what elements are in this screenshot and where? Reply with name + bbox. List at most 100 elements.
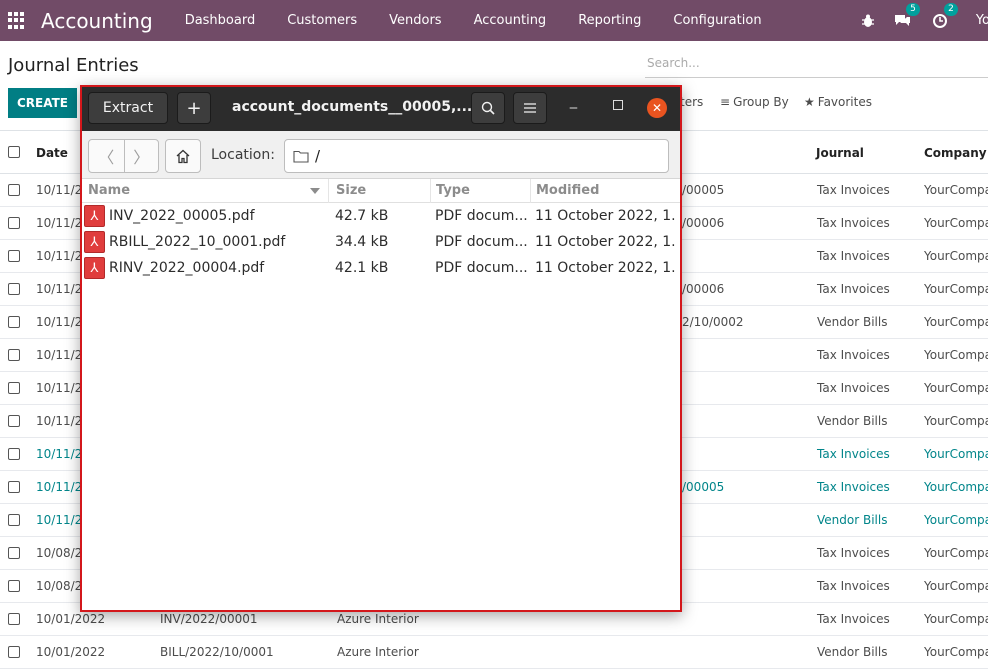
window-headerbar: Extract + account_documents__00005,... ‒…	[82, 87, 680, 131]
row-checkbox[interactable]	[8, 514, 20, 526]
favorites-label: Favorites	[817, 95, 872, 109]
row-journal: Tax Invoices	[817, 612, 890, 626]
home-button[interactable]	[165, 139, 201, 173]
row-company: YourCompa	[924, 447, 988, 461]
row-checkbox[interactable]	[8, 382, 20, 394]
extract-button[interactable]: Extract	[88, 92, 168, 124]
search-icon	[481, 101, 495, 115]
select-all-checkbox[interactable]	[8, 146, 20, 158]
table-row[interactable]: 10/01/2022 BILL/2022/10/0001 Azure Interio…	[0, 636, 988, 669]
close-button[interactable]: ✕	[647, 98, 667, 118]
forward-button[interactable]: 〉	[123, 140, 159, 172]
file-name: INV_2022_00005.pdf	[109, 208, 255, 224]
menu-dashboard[interactable]: Dashboard	[169, 13, 272, 28]
row-company: YourCompa	[924, 579, 988, 593]
location-label: Location:	[211, 147, 275, 163]
menu-accounting[interactable]: Accounting	[458, 13, 563, 28]
file-list: ⅄ INV_2022_00005.pdf 42.7 kB PDF docum... 11…	[82, 203, 680, 281]
row-date: 10/01/2022	[36, 612, 106, 626]
row-journal: Tax Invoices	[817, 480, 890, 494]
row-checkbox[interactable]	[8, 646, 20, 658]
row-checkbox[interactable]	[8, 547, 20, 559]
row-checkbox[interactable]	[8, 448, 20, 460]
groupby-icon: ≡	[720, 95, 731, 109]
pdf-file-icon: ⅄	[84, 231, 105, 253]
row-journal: Tax Invoices	[817, 381, 890, 395]
chat-icon[interactable]: 5	[894, 2, 920, 29]
file-type: PDF docum...	[435, 260, 528, 276]
row-checkbox[interactable]	[8, 481, 20, 493]
create-button[interactable]: CREATE	[8, 88, 77, 118]
row-checkbox[interactable]	[8, 283, 20, 295]
filters-button[interactable]: ters	[680, 95, 703, 109]
menu-button[interactable]	[513, 92, 547, 124]
row-journal: Tax Invoices	[817, 249, 890, 263]
location-bar: 〈 〉 Location: /	[82, 131, 680, 179]
row-journal: Tax Invoices	[817, 216, 890, 230]
row-company: YourCompa	[924, 183, 988, 197]
row-number: BILL/2022/10/0001	[160, 645, 274, 659]
row-company: YourCompa	[924, 546, 988, 560]
row-partner: Azure Interior	[337, 612, 419, 626]
file-name: RINV_2022_00004.pdf	[109, 260, 265, 276]
archive-manager-window: Extract + account_documents__00005,... ‒…	[80, 85, 682, 612]
window-title: account_documents__00005,...	[232, 99, 473, 115]
apps-grid-icon[interactable]	[8, 11, 26, 30]
hamburger-icon	[524, 103, 536, 113]
file-modified: 11 October 2022, 1...	[535, 208, 677, 224]
row-company: YourCompa	[924, 348, 988, 362]
column-journal[interactable]: Journal	[816, 146, 864, 160]
row-checkbox[interactable]	[8, 184, 20, 196]
row-company: YourCompa	[924, 645, 988, 659]
row-company: YourCompa	[924, 414, 988, 428]
row-checkbox[interactable]	[8, 349, 20, 361]
column-name[interactable]: Name	[88, 183, 130, 198]
sort-down-icon	[310, 188, 320, 194]
row-date: 10/11/2	[36, 513, 83, 527]
back-button[interactable]: 〈	[89, 140, 124, 172]
search-button[interactable]	[471, 92, 505, 124]
user-menu[interactable]: Yo	[976, 13, 988, 28]
bug-icon[interactable]	[860, 13, 876, 29]
row-checkbox[interactable]	[8, 217, 20, 229]
column-company[interactable]: Company	[924, 146, 987, 160]
menu-reporting[interactable]: Reporting	[562, 13, 657, 28]
favorites-button[interactable]: ★ Favorites	[804, 95, 872, 109]
row-checkbox[interactable]	[8, 613, 20, 625]
file-row[interactable]: ⅄ RINV_2022_00004.pdf 42.1 kB PDF docum... 1…	[82, 255, 680, 281]
groupby-button[interactable]: ≡ Group By	[720, 95, 789, 109]
row-journal: Vendor Bills	[817, 513, 888, 527]
row-journal: Vendor Bills	[817, 315, 888, 329]
row-date: 10/11/2	[36, 183, 83, 197]
location-field[interactable]: /	[284, 139, 669, 173]
menu-customers[interactable]: Customers	[271, 13, 373, 28]
row-checkbox[interactable]	[8, 250, 20, 262]
column-type[interactable]: Type	[436, 183, 470, 198]
file-modified: 11 October 2022, 1...	[535, 234, 677, 250]
row-date: 10/08/2	[36, 546, 83, 560]
column-modified[interactable]: Modified	[536, 183, 599, 198]
menu-configuration[interactable]: Configuration	[657, 13, 777, 28]
row-checkbox[interactable]	[8, 316, 20, 328]
minimize-button[interactable]: ‒	[569, 100, 578, 116]
row-company: YourCompa	[924, 282, 988, 296]
file-row[interactable]: ⅄ RBILL_2022_10_0001.pdf 34.4 kB PDF docum.…	[82, 229, 680, 255]
column-size[interactable]: Size	[336, 183, 366, 198]
row-company: YourCompa	[924, 612, 988, 626]
row-checkbox[interactable]	[8, 580, 20, 592]
maximize-button[interactable]	[613, 100, 623, 110]
row-checkbox[interactable]	[8, 415, 20, 427]
menu-vendors[interactable]: Vendors	[373, 13, 457, 28]
column-date[interactable]: Date	[36, 146, 68, 160]
row-number: INV/2022/00001	[160, 612, 258, 626]
row-date: 10/01/2022	[36, 645, 106, 659]
app-brand[interactable]: Accounting	[41, 9, 153, 33]
pdf-file-icon: ⅄	[84, 205, 105, 227]
activity-clock-icon[interactable]: 2	[932, 2, 958, 29]
file-row[interactable]: ⅄ INV_2022_00005.pdf 42.7 kB PDF docum... 11…	[82, 203, 680, 229]
row-journal: Vendor Bills	[817, 645, 888, 659]
add-files-button[interactable]: +	[177, 92, 211, 124]
activity-badge: 2	[944, 2, 958, 16]
search-input[interactable]: Search...	[645, 52, 988, 78]
chat-badge: 5	[906, 2, 920, 16]
